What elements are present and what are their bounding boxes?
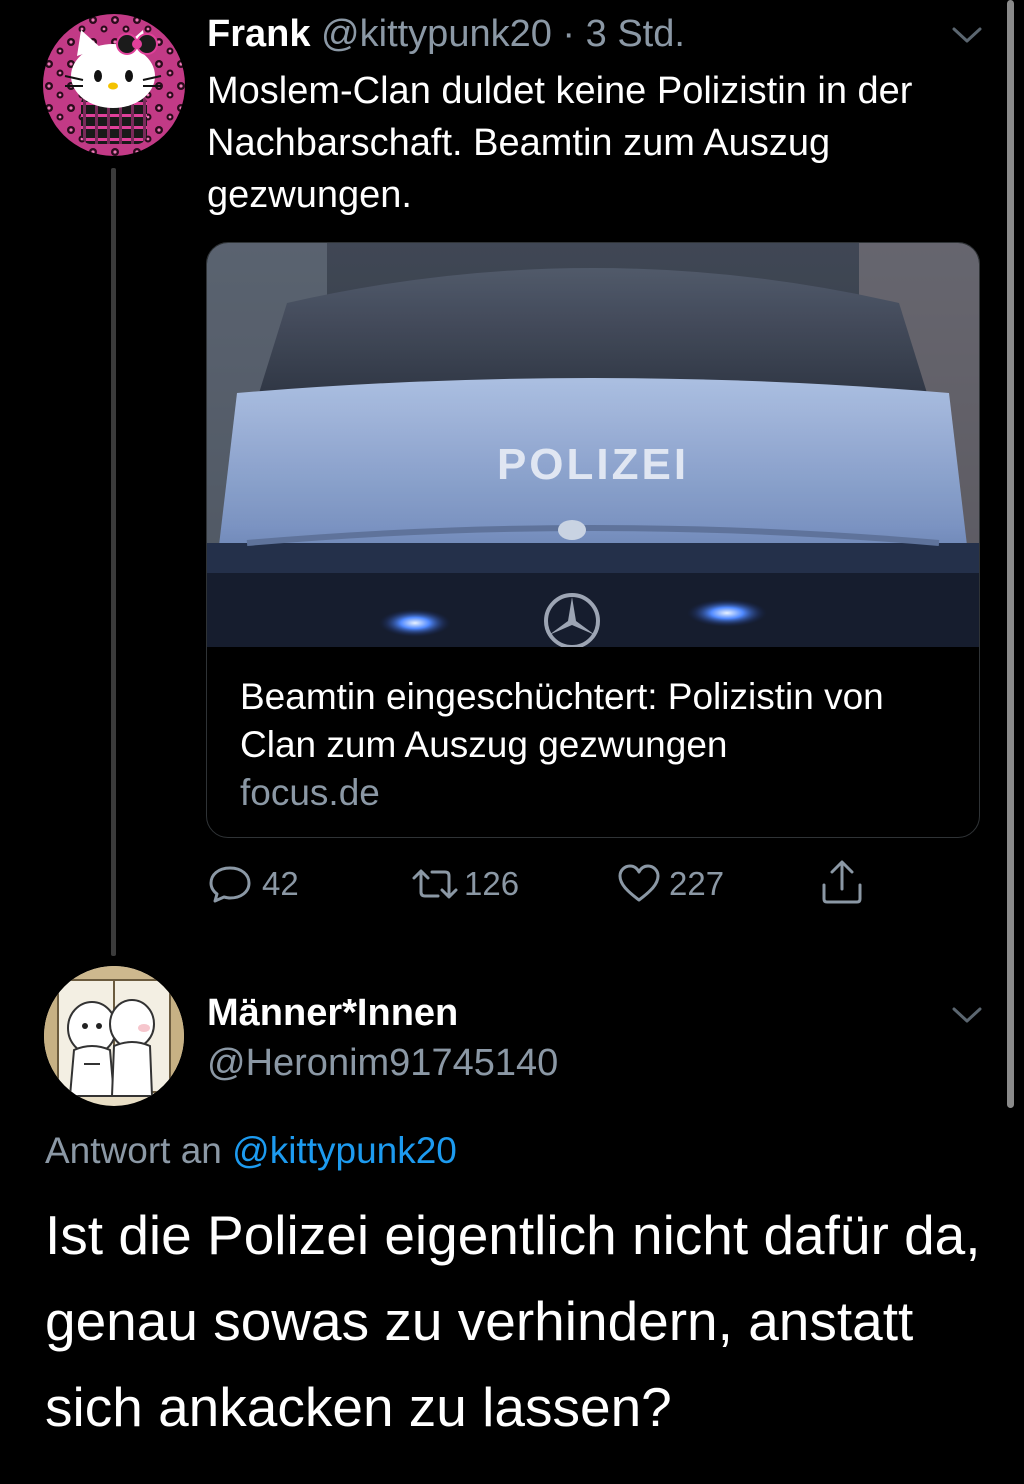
reply-text: Ist die Polizei eigentlich nicht dafür d… bbox=[45, 1204, 981, 1438]
share-action[interactable] bbox=[820, 860, 864, 904]
scrollbar[interactable] bbox=[1007, 0, 1014, 1108]
reply-to-line: Antwort an @kittypunk20 bbox=[45, 1128, 457, 1174]
card-title[interactable]: Beamtin eingeschüchtert: Polizistin von … bbox=[240, 673, 960, 769]
police-car-image: POLIZEI bbox=[207, 243, 979, 647]
card-image: POLIZEI bbox=[207, 243, 979, 647]
link-card[interactable]: POLIZEI Beamtin eingeschüchtert: Polizis… bbox=[206, 242, 980, 838]
cartoon-avatar-icon bbox=[44, 966, 184, 1106]
card-domain: focus.de bbox=[240, 772, 380, 813]
share-icon bbox=[822, 860, 862, 904]
like-count: 227 bbox=[669, 865, 725, 902]
hello-kitty-avatar-icon bbox=[43, 14, 185, 156]
retweet-icon bbox=[412, 869, 458, 899]
tweet-time[interactable]: 3 Std. bbox=[586, 13, 685, 55]
reply-to-mention[interactable]: @kittypunk20 bbox=[232, 1130, 457, 1171]
like-action[interactable]: 227 bbox=[617, 862, 724, 906]
author-avatar[interactable] bbox=[43, 14, 185, 156]
heart-icon bbox=[618, 864, 660, 902]
retweet-action[interactable]: 126 bbox=[410, 862, 519, 906]
reply-count: 42 bbox=[262, 865, 299, 902]
reply-author-handle[interactable]: @Heronim91745140 bbox=[207, 1040, 558, 1086]
reply-to-label: Antwort an bbox=[45, 1130, 222, 1171]
tweet-text: Moslem-Clan duldet keine Polizistin in d… bbox=[207, 70, 913, 216]
author-name[interactable]: Frank bbox=[207, 13, 310, 55]
header-separator: · bbox=[562, 13, 576, 55]
reply-author-name[interactable]: Männer*Innen bbox=[207, 990, 458, 1036]
author-handle[interactable]: @kittypunk20 bbox=[321, 13, 552, 55]
tweet-header: Frank @kittypunk20 · 3 Std. bbox=[207, 12, 685, 56]
reply-icon bbox=[209, 866, 251, 903]
retweet-count: 126 bbox=[464, 865, 520, 902]
reply-author-avatar[interactable] bbox=[44, 966, 184, 1106]
reply-action[interactable]: 42 bbox=[208, 862, 299, 906]
chevron-down-icon[interactable] bbox=[950, 25, 984, 45]
chevron-down-icon[interactable] bbox=[950, 1005, 984, 1025]
thread-connector-line bbox=[111, 168, 116, 956]
